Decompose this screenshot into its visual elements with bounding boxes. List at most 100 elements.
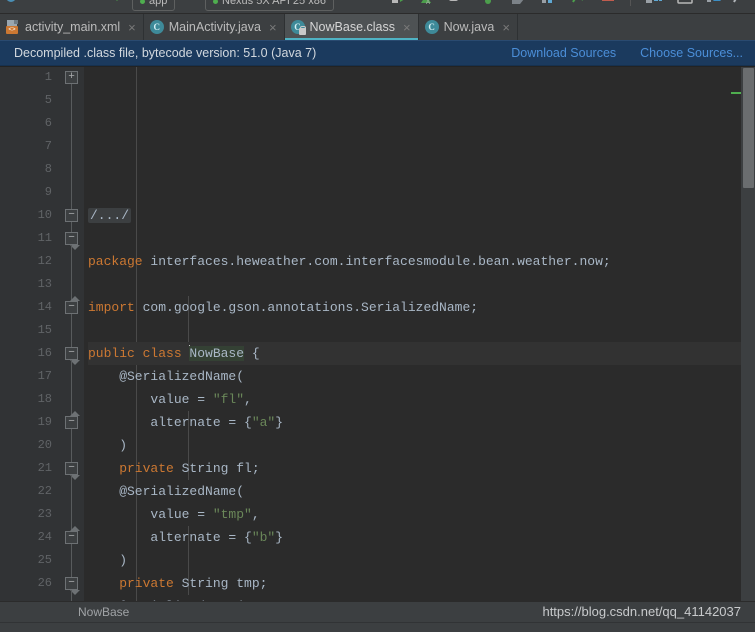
fold-collapse-end-icon[interactable]: − — [65, 411, 80, 429]
device-label: Nexus 5X API 25 x86 — [222, 0, 326, 7]
status-bar — [0, 622, 755, 632]
fold-collapse-end-icon[interactable]: − — [65, 296, 80, 314]
code-token: private — [88, 576, 174, 591]
code-token: public class — [88, 346, 190, 361]
line-number: 1 — [44, 70, 52, 84]
line-number: 8 — [44, 162, 52, 176]
code-line[interactable]: private String tmp; — [88, 572, 755, 595]
code-token: package — [88, 254, 143, 269]
code-line[interactable] — [88, 227, 755, 250]
code-token: { — [244, 346, 260, 361]
editor-scrollbar[interactable] — [741, 66, 755, 601]
avd-manager-icon[interactable] — [510, 0, 526, 6]
scrollbar-thumb[interactable] — [743, 68, 754, 188]
search-everywhere-icon[interactable] — [706, 0, 722, 6]
line-number: 23 — [37, 507, 52, 521]
line-number: 9 — [44, 185, 52, 199]
choose-sources-link[interactable]: Choose Sources... — [640, 46, 743, 60]
download-sources-link[interactable]: Download Sources — [511, 46, 616, 60]
code-token: } — [275, 530, 284, 545]
java-class-icon: C — [149, 20, 164, 34]
code-token: , — [251, 507, 260, 522]
tab-mainactivity-java[interactable]: C MainActivity.java × — [144, 14, 285, 40]
fold-region-line — [71, 360, 72, 416]
code-token: "fl" — [212, 392, 245, 407]
source-code-area[interactable]: /.../ package interfaces.heweather.com.in… — [84, 66, 755, 601]
code-line[interactable]: @SerializedName( — [88, 365, 755, 388]
device-file-explorer-icon[interactable] — [676, 0, 693, 6]
tab-label: NowBase.class — [309, 20, 395, 34]
decompiled-class-icon: C — [290, 20, 307, 35]
java-class-icon: C — [424, 20, 439, 34]
code-line[interactable]: alternate = {"b"} — [88, 526, 755, 549]
layout-inspector-icon[interactable] — [645, 0, 662, 6]
tab-close-icon[interactable]: × — [128, 21, 136, 34]
tab-close-icon[interactable]: × — [502, 21, 510, 34]
project-chip[interactable]: NowBase — [6, 0, 68, 3]
tab-now-java[interactable]: C Now.java × — [419, 14, 518, 40]
line-number: 14 — [37, 300, 52, 314]
code-token: alternate = { — [88, 415, 252, 430]
line-number: 21 — [37, 461, 52, 475]
line-number: 26 — [37, 576, 52, 590]
device-selector[interactable]: Nexus 5X API 25 x86 — [205, 0, 334, 11]
sync-gradle-icon[interactable] — [480, 0, 496, 6]
code-line[interactable] — [88, 319, 755, 342]
fold-collapse-icon[interactable]: − — [65, 577, 80, 595]
code-editor[interactable]: 1 5 6 7 8 9 10 11 12 13 14 15 16 17 18 19 20 21 22 23 24 25 26… — [0, 66, 755, 601]
code-line[interactable]: value = "fl", — [88, 388, 755, 411]
fold-collapse-icon[interactable]: − — [65, 462, 80, 480]
line-number: 13 — [37, 277, 52, 291]
vcs-change-marker — [731, 92, 741, 94]
breadcrumb-class-label: NowBase — [78, 605, 130, 619]
line-number: 7 — [44, 139, 52, 153]
profiler-icon[interactable] — [570, 0, 586, 6]
code-token: NowBase — [189, 346, 245, 361]
svg-text:A: A — [426, 0, 430, 6]
fold-region-line — [71, 475, 72, 531]
line-number: 19 — [37, 415, 52, 429]
code-folding-gutter[interactable]: + − − − − − − − − — [60, 66, 84, 601]
code-line[interactable]: private String fl; — [88, 457, 755, 480]
fold-collapse-icon[interactable]: − — [65, 209, 78, 222]
code-line[interactable] — [88, 273, 755, 296]
fold-expand-icon[interactable]: + — [65, 71, 78, 84]
notification-message: Decompiled .class file, bytecode version… — [14, 46, 317, 60]
line-number: 11 — [37, 231, 52, 245]
code-line[interactable]: import com.google.gson.annotations.Seria… — [88, 296, 755, 319]
code-line[interactable]: /.../ — [88, 204, 755, 227]
fold-collapse-icon[interactable]: − — [65, 347, 80, 365]
code-line[interactable]: @SerializedName( — [88, 480, 755, 503]
stop-icon[interactable] — [600, 0, 616, 6]
fold-collapse-icon[interactable]: − — [65, 232, 80, 250]
decompiled-notification-bar: Decompiled .class file, bytecode version… — [0, 40, 755, 66]
debug-icon[interactable]: A — [418, 0, 434, 6]
code-token: ) — [88, 553, 128, 568]
attach-debugger-icon[interactable] — [448, 0, 464, 6]
module-selector[interactable]: app — [132, 0, 176, 11]
code-line[interactable]: package interfaces.heweather.com.interfa… — [88, 250, 755, 273]
tab-close-icon[interactable]: × — [269, 21, 277, 34]
xml-file-icon: <> — [6, 20, 20, 34]
code-line[interactable]: alternate = {"a"} — [88, 411, 755, 434]
code-token: import — [88, 300, 135, 315]
tab-close-icon[interactable]: × — [403, 21, 411, 34]
code-token: ) — [88, 438, 128, 453]
run-icon[interactable] — [390, 0, 406, 6]
code-line[interactable]: ) — [88, 434, 755, 457]
tab-activity-main-xml[interactable]: <> activity_main.xml × — [0, 14, 144, 40]
code-line[interactable]: ) — [88, 549, 755, 572]
sdk-manager-icon[interactable] — [540, 0, 556, 6]
main-toolbar: NowBase app Nexus 5X API 25 x86 A — [0, 0, 755, 14]
fold-collapse-end-icon[interactable]: − — [65, 526, 80, 544]
device-dot-icon — [213, 0, 218, 4]
ide-window: NowBase app Nexus 5X API 25 x86 A — [0, 0, 755, 632]
tab-nowbase-class[interactable]: C NowBase.class × — [284, 14, 419, 40]
code-line[interactable]: public class NowBase { — [88, 342, 755, 365]
line-number: 6 — [44, 116, 52, 130]
code-line[interactable]: value = "tmp", — [88, 503, 755, 526]
help-icon[interactable] — [730, 0, 746, 6]
line-number: 5 — [44, 93, 52, 107]
chevron-down-icon[interactable] — [112, 0, 122, 1]
code-token: String tmp; — [173, 576, 268, 591]
